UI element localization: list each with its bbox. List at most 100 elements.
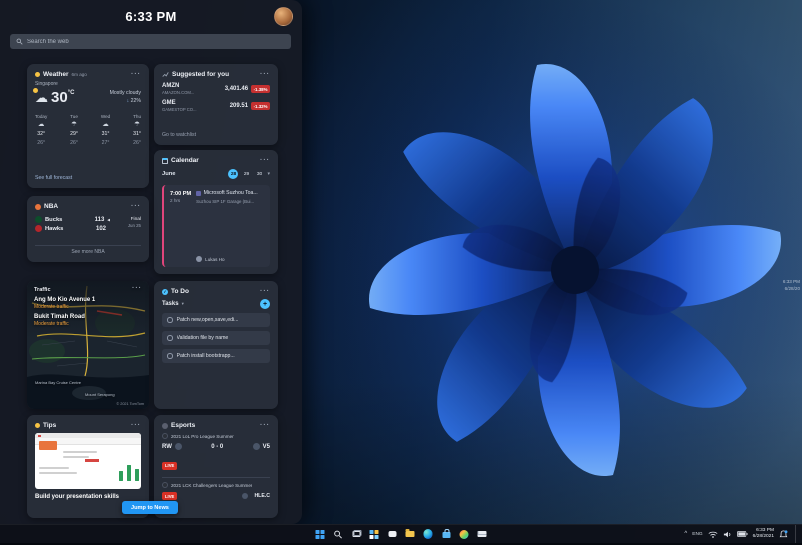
todo-list-chevron-icon[interactable]: ▾ — [182, 301, 184, 307]
tray-clock[interactable]: 6:33 PM 6/28/2021 — [753, 528, 774, 540]
tips-headline: Build your presentation skills — [35, 494, 120, 500]
game-status: Final — [130, 217, 141, 222]
task-item[interactable]: Validation file by name — [162, 331, 270, 345]
forecast-day[interactable]: Thu ☂ 31° 26° — [133, 113, 141, 147]
esports-title: Esports — [171, 422, 196, 429]
nba-widget[interactable]: NBA ··· Bucks 113 ◀ Hawks 102 Final Jun — [27, 196, 149, 262]
tips-screenshot — [35, 433, 141, 489]
map-label: Marina Bay Cruise Centre — [35, 380, 82, 385]
event-location: Suzhou SIP 1F Garage (Bui... — [196, 199, 255, 205]
event-attendee: Lukas Ho — [196, 250, 264, 262]
calendar-day-chip[interactable]: 28 — [228, 169, 239, 179]
calendar-event[interactable]: 7:00 PM 2 hrs Microsoft Suzhou Toa... Su… — [162, 185, 270, 267]
weather-widget[interactable]: Weather 6m ago ··· Singapore ☁ 30°C Most… — [27, 64, 149, 188]
traffic-widget[interactable]: Traffic ··· Ang Mo Kio Avenue 1 Moderate… — [27, 281, 149, 409]
forecast-day[interactable]: Today ☁ 32° 26° — [35, 113, 47, 147]
forecast-day[interactable]: Wed ☁ 31° 27° — [101, 113, 110, 147]
go-to-watchlist-link[interactable]: Go to watchlist — [162, 132, 270, 138]
language-indicator[interactable]: ENG — [692, 532, 702, 537]
weather-menu-icon[interactable]: ··· — [131, 71, 141, 78]
map-label: Mount Serapong — [85, 392, 115, 397]
todo-list-name[interactable]: Tasks — [162, 301, 179, 307]
calendar-expand-icon[interactable]: ▾ — [267, 171, 270, 177]
task-checkbox[interactable] — [167, 317, 173, 323]
photos-icon[interactable] — [458, 528, 471, 541]
traffic-title: Traffic — [34, 287, 51, 293]
traffic-menu-icon[interactable]: ··· — [132, 285, 142, 293]
stock-row[interactable]: AMZN AMAZON.COM... 3,401.46 -1.38% — [162, 83, 270, 95]
nba-menu-icon[interactable]: ··· — [131, 203, 141, 210]
league-icon — [162, 433, 168, 439]
league-icon — [162, 482, 168, 488]
esports-match[interactable]: 2021 LoL Pro League Summer — [162, 433, 270, 439]
see-more-nba-link[interactable]: See more NBA — [35, 245, 141, 255]
esports-match[interactable]: 2021 LCK Challengers League Summer — [162, 482, 270, 488]
task-view-icon[interactable] — [350, 528, 363, 541]
edge-icon[interactable] — [422, 528, 435, 541]
widgets-panel: 6:33 PM Weather 6m ago ··· Singapore ☁ 3… — [0, 0, 302, 524]
battery-icon[interactable] — [736, 530, 748, 538]
calendar-title: Calendar — [171, 157, 199, 164]
task-checkbox[interactable] — [167, 353, 173, 359]
stock-change-badge: -1.38% — [251, 85, 270, 94]
user-avatar[interactable] — [274, 7, 293, 26]
nba-title: NBA — [44, 203, 59, 210]
stocks-menu-icon[interactable]: ··· — [260, 71, 270, 78]
forecast-day[interactable]: Tue ☂ 29° 26° — [70, 113, 78, 147]
file-explorer-icon[interactable] — [404, 528, 417, 541]
todo-widget[interactable]: ✓ To Do ··· Tasks ▾ + Patch new,open,sav… — [154, 281, 278, 409]
widgets-icon[interactable] — [368, 528, 381, 541]
event-duration: 2 hrs — [170, 198, 181, 204]
esports-team-logo — [252, 443, 260, 450]
traffic-road: Bukit Timah Road — [34, 314, 85, 320]
nba-game[interactable]: Bucks 113 ◀ Hawks 102 Final Jun 25 — [35, 214, 141, 232]
see-full-forecast-link[interactable]: See full forecast — [35, 175, 141, 181]
attendee-name: Lukas Ho — [205, 256, 225, 262]
secondary-clock-date: 6/28/20 — [784, 285, 800, 291]
add-task-button[interactable]: + — [260, 299, 270, 309]
mail-icon[interactable] — [476, 528, 489, 541]
search-bar[interactable] — [10, 34, 291, 49]
todo-widget-icon: ✓ — [162, 288, 168, 295]
task-item[interactable]: Patch install bootstrapp... — [162, 349, 270, 363]
hidden-icons-caret[interactable]: ^ — [684, 531, 687, 537]
tips-menu-icon[interactable]: ··· — [131, 422, 141, 429]
start-icon[interactable] — [314, 528, 327, 541]
calendar-day-chip[interactable]: 29 — [241, 169, 251, 179]
weather-precipitation: 22% — [130, 98, 141, 105]
esports-menu-icon[interactable]: ··· — [260, 422, 270, 429]
store-icon[interactable] — [440, 528, 453, 541]
calendar-month: June — [162, 171, 176, 177]
team-row: Bucks 113 ◀ — [35, 216, 110, 223]
task-item[interactable]: Patch new,open,save,edi... — [162, 313, 270, 327]
volume-icon[interactable] — [723, 530, 732, 539]
stock-change-badge: -1.32% — [251, 102, 270, 111]
esports-team: V5 — [262, 443, 270, 450]
calendar-day-chip[interactable]: 30 — [254, 169, 264, 179]
notifications-icon[interactable] — [779, 529, 788, 539]
stock-row[interactable]: GME GAMESTOP CO... 209.51 -1.32% — [162, 100, 270, 112]
weather-condition: Mostly cloudy ↓ 22% — [109, 90, 141, 105]
weather-title: Weather — [43, 71, 69, 78]
taskbar-search-icon[interactable] — [332, 528, 345, 541]
calendar-menu-icon[interactable]: ··· — [260, 157, 270, 164]
network-icon[interactable] — [708, 530, 718, 539]
task-checkbox[interactable] — [167, 335, 173, 341]
stocks-widget[interactable]: Suggested for you ··· AMZN AMAZON.COM...… — [154, 64, 278, 145]
live-badge: LIVE — [162, 492, 178, 500]
wallpaper-bloom — [300, 0, 802, 545]
jump-to-news-button[interactable]: Jump to News — [122, 501, 178, 514]
show-desktop-button[interactable] — [795, 525, 798, 543]
stock-price: 3,401.46 — [224, 86, 249, 93]
weather-unit: °C — [67, 89, 75, 96]
sun-icon — [33, 87, 38, 93]
teams-meeting-icon — [196, 191, 201, 196]
esports-team: RW — [162, 443, 172, 450]
todo-menu-icon[interactable]: ··· — [260, 288, 270, 295]
stocks-widget-icon — [162, 72, 169, 77]
search-input[interactable] — [27, 38, 285, 45]
chat-icon[interactable] — [386, 528, 399, 541]
panel-clock: 6:33 PM — [125, 9, 177, 24]
calendar-widget[interactable]: Calendar ··· June 28 29 30 ▾ 7:00 PM 2 h… — [154, 150, 278, 274]
calendar-widget-icon — [162, 157, 168, 164]
